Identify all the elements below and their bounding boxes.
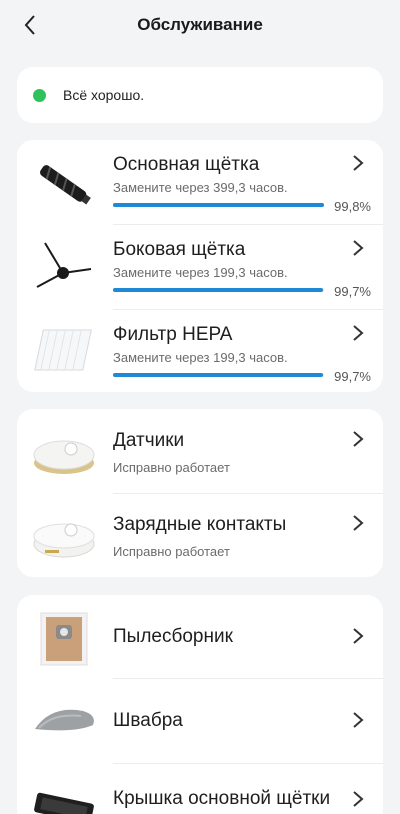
- status-text: Всё хорошо.: [63, 87, 145, 103]
- side-brush-icon: [36, 242, 92, 288]
- consumable-row-main-brush[interactable]: Основная щётка Замените через 399,3 часо…: [17, 140, 383, 224]
- robot-charging-contacts-icon: [33, 523, 95, 558]
- dust-bag-icon: [40, 612, 88, 666]
- progress-fill: [113, 373, 324, 377]
- robot-sensors-icon: [33, 440, 95, 474]
- header-bar: Обслуживание: [0, 0, 400, 52]
- status-ok-indicator: [33, 89, 46, 102]
- accessory-row-mop[interactable]: Швабра: [17, 679, 383, 763]
- percent-label: 99,7%: [334, 369, 371, 384]
- consumable-title: Фильтр HEPA: [113, 324, 233, 345]
- percent-label: 99,8%: [334, 199, 371, 214]
- chevron-right-icon: [353, 325, 364, 341]
- consumable-title: Основная щётка: [113, 154, 260, 175]
- status-card: Всё хорошо.: [17, 67, 383, 123]
- consumable-subtitle: Замените через 199,3 часов.: [113, 350, 288, 365]
- sensor-title: Зарядные контакты: [113, 514, 287, 535]
- accessory-title: Швабра: [113, 710, 183, 731]
- progress-fill: [113, 203, 324, 207]
- sensor-title: Датчики: [113, 430, 185, 451]
- progress-fill: [113, 288, 324, 292]
- consumable-subtitle: Замените через 199,3 часов.: [113, 265, 288, 280]
- chevron-right-icon: [353, 628, 364, 644]
- accessory-title: Крышка основной щётки: [113, 788, 331, 809]
- consumable-title: Боковая щётка: [113, 239, 246, 260]
- chevron-right-icon: [353, 431, 364, 447]
- sensor-subtitle: Исправно работает: [113, 544, 230, 559]
- sensor-row-sensors[interactable]: Датчики Исправно работает: [17, 409, 383, 493]
- accessory-title: Пылесборник: [113, 626, 233, 647]
- chevron-right-icon: [353, 155, 364, 171]
- progress-bar: [113, 373, 324, 377]
- chevron-right-icon: [353, 712, 364, 728]
- main-brush-icon: [40, 165, 91, 205]
- mop-pad-icon: [35, 709, 94, 731]
- brush-cover-icon: [34, 792, 94, 814]
- page-title: Обслуживание: [137, 15, 263, 34]
- sensors-card: Датчики Исправно работает Зарядные конта…: [17, 409, 383, 577]
- progress-bar: [113, 288, 324, 292]
- chevron-right-icon: [353, 791, 364, 807]
- sensor-subtitle: Исправно работает: [113, 460, 230, 475]
- chevron-right-icon: [353, 240, 364, 256]
- accessory-row-brush-cover[interactable]: Крышка основной щётки: [17, 764, 383, 814]
- sensor-row-charging-contacts[interactable]: Зарядные контакты Исправно работает: [17, 494, 383, 577]
- hepa-filter-icon: [34, 329, 92, 371]
- consumable-row-side-brush[interactable]: Боковая щётка Замените через 199,3 часов…: [17, 225, 383, 309]
- accessories-card: Пылесборник Швабра Крышка основной щётки: [17, 595, 383, 814]
- chevron-right-icon: [353, 515, 364, 531]
- percent-label: 99,7%: [334, 284, 371, 299]
- consumables-card: Основная щётка Замените через 399,3 часо…: [17, 140, 383, 392]
- progress-bar: [113, 203, 324, 207]
- consumable-subtitle: Замените через 399,3 часов.: [113, 180, 288, 195]
- accessory-row-dust-bag[interactable]: Пылесборник: [17, 595, 383, 678]
- consumable-row-hepa-filter[interactable]: Фильтр HEPA Замените через 199,3 часов. …: [17, 310, 383, 392]
